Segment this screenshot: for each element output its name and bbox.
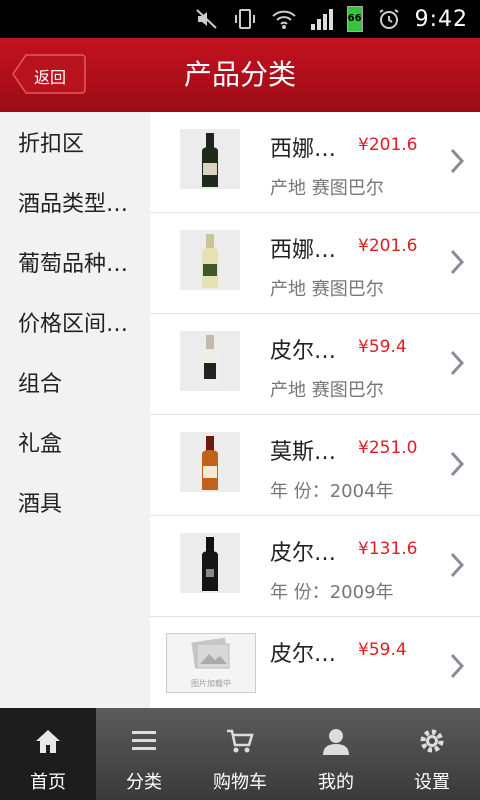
tab-cart[interactable]: 购物车 — [192, 708, 288, 800]
product-subtitle: 年 份：2004年 — [270, 481, 394, 502]
product-name: 莫斯… — [270, 440, 337, 465]
gear-icon — [420, 729, 444, 753]
sidebar-item-wineware[interactable]: 酒具 — [0, 472, 144, 532]
header-bar: 产品分类 返回 — [0, 38, 480, 112]
product-thumbnail — [180, 432, 240, 492]
product-row[interactable]: 西娜… ¥201.6 产地 赛图巴尔 — [150, 213, 480, 314]
product-price: ¥59.4 — [358, 640, 407, 660]
sidebar-item-price-range[interactable]: 价格区间… — [0, 292, 144, 352]
clock: 9:42 — [414, 6, 468, 32]
product-price: ¥131.6 — [358, 539, 418, 559]
product-name: 皮尔… — [270, 642, 337, 667]
chevron-right-icon — [450, 148, 464, 174]
back-button[interactable]: 返回 — [12, 54, 86, 94]
chevron-right-icon — [450, 653, 464, 679]
sidebar-item-combo[interactable]: 组合 — [0, 352, 144, 412]
alarm-icon — [379, 9, 399, 29]
product-thumbnail — [180, 331, 240, 391]
sidebar-item-grape-variety[interactable]: 葡萄品种… — [0, 232, 144, 292]
user-icon — [323, 729, 349, 755]
cart-icon — [227, 729, 254, 753]
sidebar-item-gift-box[interactable]: 礼盒 — [0, 412, 144, 472]
home-icon — [36, 730, 60, 753]
product-thumbnail — [180, 533, 240, 593]
product-row[interactable]: 图片加载中 皮尔… ¥59.4 — [150, 617, 480, 708]
status-icons: 66 9:42 — [195, 6, 468, 32]
product-row[interactable]: 西娜… ¥201.6 产地 赛图巴尔 — [150, 112, 480, 213]
product-thumbnail — [180, 129, 240, 189]
tab-label: 设置 — [414, 772, 450, 793]
tab-label: 分类 — [126, 772, 162, 793]
wifi-icon — [271, 10, 296, 29]
signal-icon — [310, 8, 333, 30]
category-sidebar: 折扣区 酒品类型… 葡萄品种… 价格区间… 组合 礼盒 酒具 — [0, 112, 150, 708]
tab-home[interactable]: 首页 — [0, 708, 96, 800]
tab-category[interactable]: 分类 — [96, 708, 192, 800]
product-row[interactable]: 皮尔… ¥59.4 产地 赛图巴尔 — [150, 314, 480, 415]
product-price: ¥201.6 — [358, 135, 418, 155]
chevron-right-icon — [450, 451, 464, 477]
battery-icon: 66 — [346, 6, 363, 32]
sidebar-item-wine-type[interactable]: 酒品类型… — [0, 172, 144, 232]
product-subtitle: 产地 赛图巴尔 — [270, 380, 384, 401]
status-bar: 66 9:42 — [0, 0, 480, 38]
product-name: 西娜… — [270, 238, 337, 263]
back-label: 返回 — [34, 68, 67, 87]
product-name: 西娜… — [270, 137, 337, 162]
product-list: 西娜… ¥201.6 产地 赛图巴尔 西娜… ¥201.6 产地 赛图巴尔 皮尔… — [150, 112, 480, 708]
menu-icon — [132, 731, 156, 750]
product-name: 皮尔… — [270, 339, 337, 364]
product-price: ¥251.0 — [358, 438, 418, 458]
vibrate-icon — [234, 9, 255, 29]
tab-label: 我的 — [318, 772, 354, 793]
tab-label: 首页 — [30, 772, 66, 793]
product-subtitle: 产地 赛图巴尔 — [270, 279, 384, 300]
chevron-right-icon — [450, 350, 464, 376]
chevron-right-icon — [450, 249, 464, 275]
product-row[interactable]: 皮尔… ¥131.6 年 份：2009年 — [150, 516, 480, 617]
product-subtitle: 年 份：2009年 — [270, 582, 394, 603]
placeholder-label: 图片加载中 — [191, 678, 231, 688]
chevron-right-icon — [450, 552, 464, 578]
mute-icon — [195, 9, 217, 29]
product-price: ¥59.4 — [358, 337, 407, 357]
image-loading-placeholder: 图片加载中 — [166, 633, 256, 693]
product-subtitle: 产地 赛图巴尔 — [270, 178, 384, 199]
product-price: ¥201.6 — [358, 236, 418, 256]
tab-label: 购物车 — [213, 772, 267, 793]
tab-settings[interactable]: 设置 — [384, 708, 480, 800]
product-row[interactable]: 莫斯… ¥251.0 年 份：2004年 — [150, 415, 480, 516]
sidebar-item-discount[interactable]: 折扣区 — [0, 112, 144, 172]
product-name: 皮尔… — [270, 541, 337, 566]
tab-profile[interactable]: 我的 — [288, 708, 384, 800]
product-thumbnail — [180, 230, 240, 290]
bottom-tab-bar: 首页 分类 购物车 我的 设置 — [0, 708, 480, 800]
